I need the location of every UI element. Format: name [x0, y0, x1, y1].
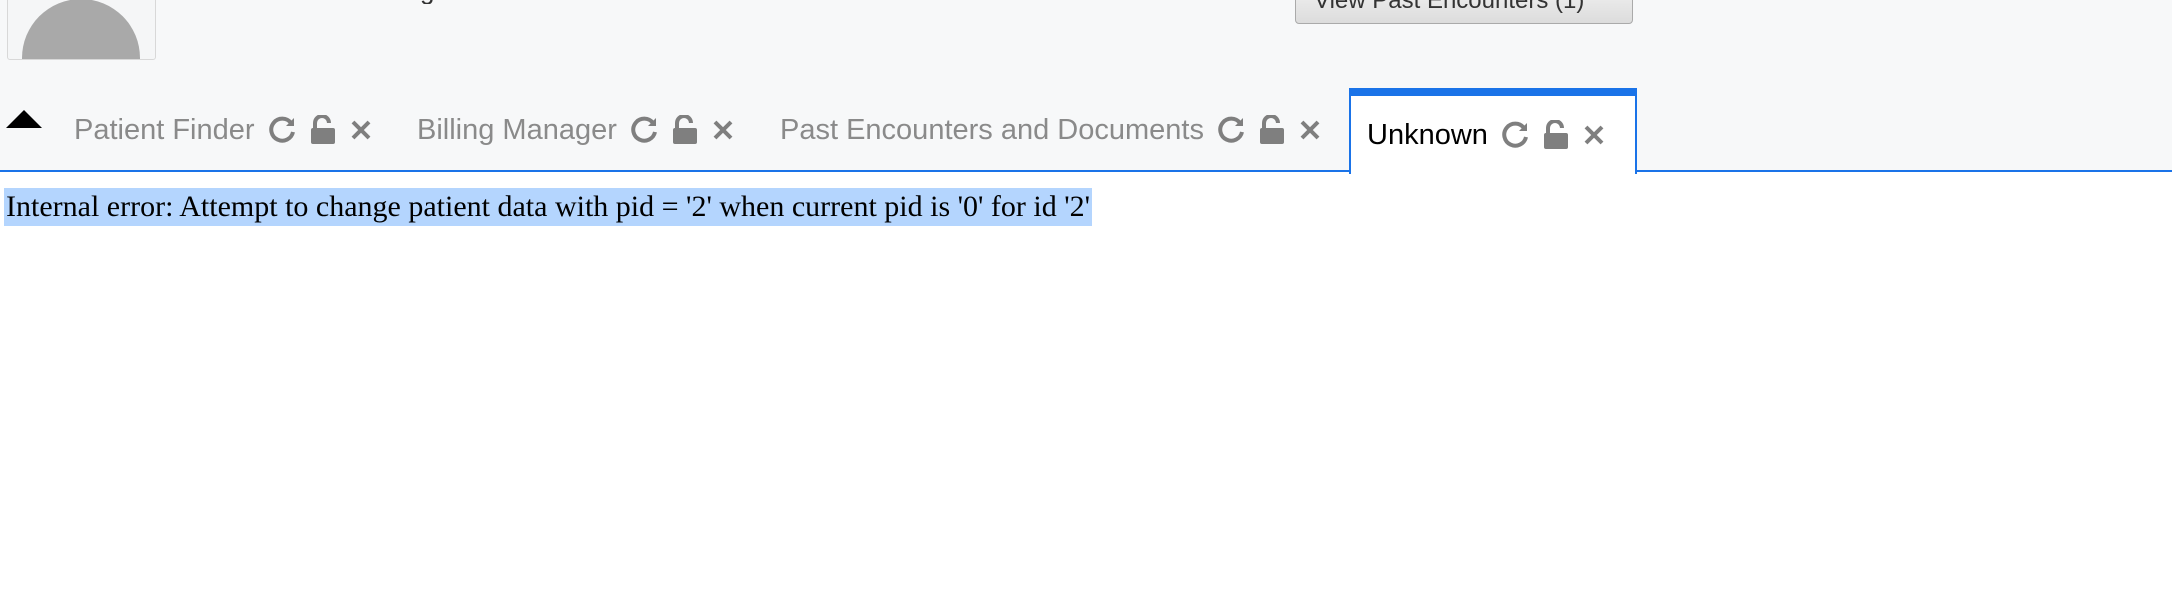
refresh-icon[interactable]: [267, 115, 297, 145]
unlock-icon[interactable]: [671, 115, 699, 145]
tab-past-encounters-and-documents[interactable]: Past Encounters and Documents: [780, 88, 1322, 172]
close-icon[interactable]: [1298, 118, 1322, 142]
tab-label: Patient Finder: [74, 113, 255, 146]
tab-unknown[interactable]: Unknown: [1349, 88, 1637, 174]
header-text-fragment: g: [420, 0, 444, 4]
error-message: Internal error: Attempt to change patien…: [4, 188, 1093, 226]
unlock-icon[interactable]: [1258, 115, 1286, 145]
unlock-icon[interactable]: [1542, 120, 1570, 150]
close-icon[interactable]: [349, 118, 373, 142]
refresh-icon[interactable]: [1500, 120, 1530, 150]
tab-billing-manager[interactable]: Billing Manager: [417, 88, 735, 172]
refresh-icon[interactable]: [629, 115, 659, 145]
avatar-placeholder-icon: [22, 0, 140, 59]
close-icon[interactable]: [1582, 123, 1606, 147]
tab-label: Past Encounters and Documents: [780, 113, 1204, 146]
tab-label: Billing Manager: [417, 113, 617, 146]
refresh-icon[interactable]: [1216, 115, 1246, 145]
patient-header: g View Past Encounters (1): [0, 0, 2172, 88]
view-past-encounters-label: View Past Encounters (1): [1314, 0, 1585, 14]
tab-label: Unknown: [1367, 118, 1488, 151]
avatar: [7, 0, 156, 60]
unlock-icon[interactable]: [309, 115, 337, 145]
tab-patient-finder[interactable]: Patient Finder: [74, 88, 373, 172]
view-past-encounters-button[interactable]: View Past Encounters (1): [1295, 0, 1633, 24]
collapse-caret-icon[interactable]: [6, 110, 42, 128]
close-icon[interactable]: [711, 118, 735, 142]
